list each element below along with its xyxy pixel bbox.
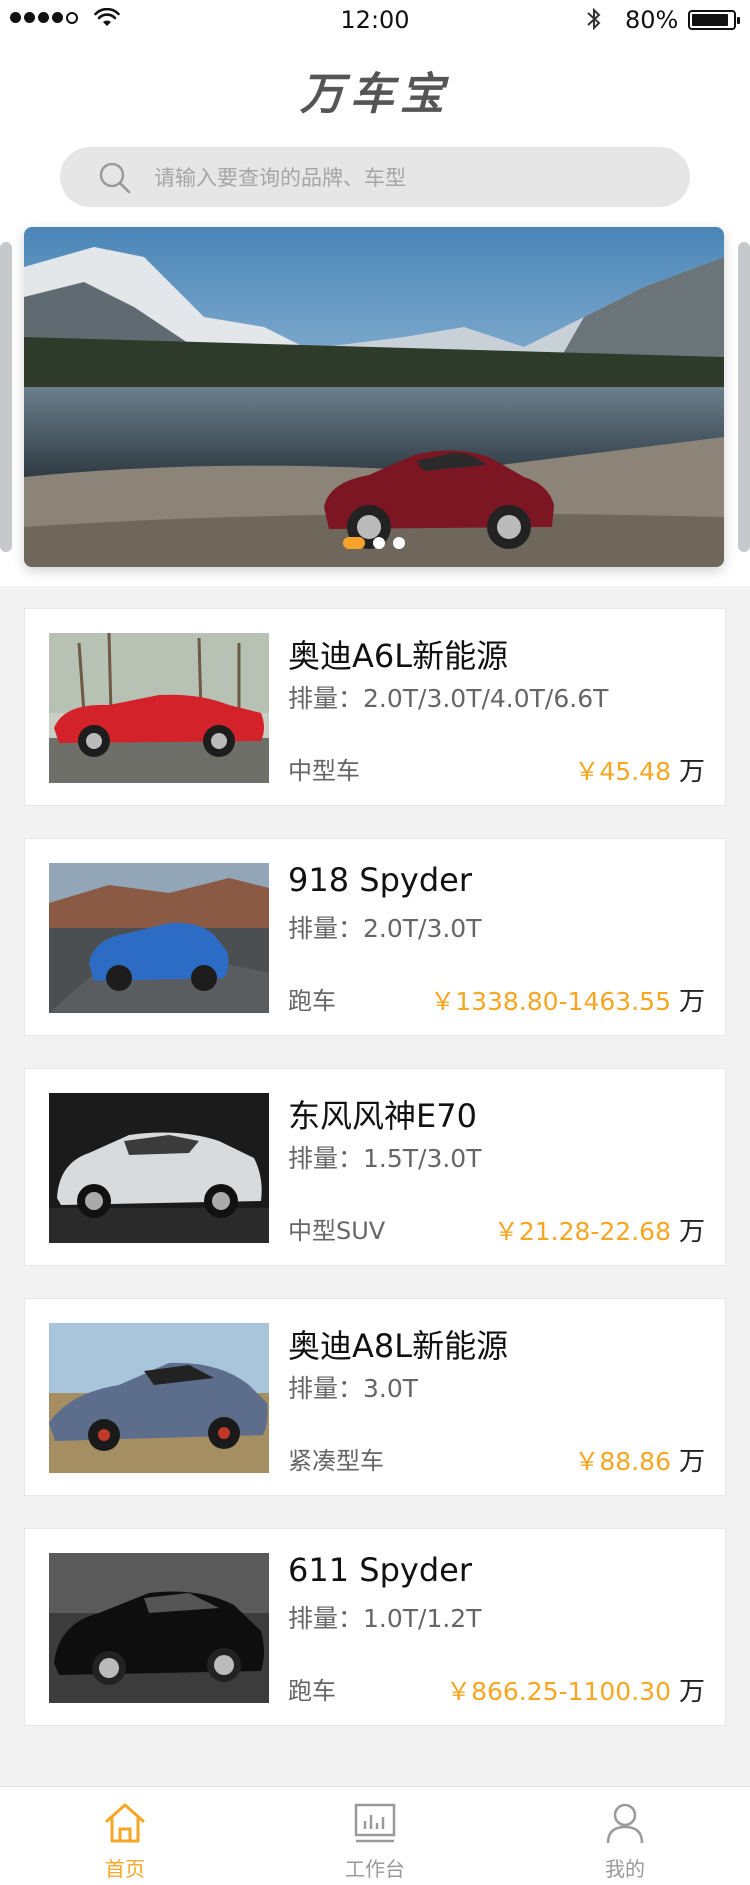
car-price-group: ￥21.28-22.68 万 xyxy=(494,1211,705,1248)
price-unit: 万 xyxy=(678,1447,705,1477)
carousel-next-slide[interactable] xyxy=(738,242,750,552)
car-card[interactable]: 奥迪A6L新能源 排量：2.0T/3.0T/4.0T/6.6T 中型车 ￥45.… xyxy=(24,608,726,806)
car-type: 中型SUV xyxy=(288,1217,386,1245)
car-price: ￥88.86 xyxy=(574,1447,671,1476)
search-icon xyxy=(99,162,131,194)
workbench-icon xyxy=(354,1803,396,1843)
car-thumbnail xyxy=(49,863,269,1013)
tab-profile[interactable]: 我的 xyxy=(500,1787,750,1885)
search-input[interactable] xyxy=(152,147,656,209)
car-displacement: 排量：3.0T xyxy=(288,1374,419,1403)
car-type: 紧凑型车 xyxy=(288,1447,384,1475)
car-name: 奥迪A8L新能源 xyxy=(288,1327,509,1365)
carousel-indicators xyxy=(24,537,724,549)
car-card[interactable]: 918 Spyder 排量：2.0T/3.0T 跑车 ￥1338.80-1463… xyxy=(24,838,726,1036)
tab-bar: 首页 工作台 我的 xyxy=(0,1786,750,1885)
car-card[interactable]: 奥迪A8L新能源 排量：3.0T 紧凑型车 ￥88.86 万 xyxy=(24,1298,726,1496)
car-displacement: 排量：2.0T/3.0T/4.0T/6.6T xyxy=(288,684,609,713)
bluetooth-icon xyxy=(587,7,601,31)
carousel-dot[interactable] xyxy=(373,537,385,549)
car-list: 奥迪A6L新能源 排量：2.0T/3.0T/4.0T/6.6T 中型车 ￥45.… xyxy=(24,608,726,1758)
car-price-group: ￥1338.80-1463.55 万 xyxy=(430,981,705,1018)
car-price: ￥1338.80-1463.55 xyxy=(430,987,671,1016)
carousel-dot[interactable] xyxy=(393,537,405,549)
search-bar[interactable] xyxy=(60,147,690,209)
battery-icon xyxy=(688,10,740,30)
car-price-group: ￥88.86 万 xyxy=(574,1441,705,1478)
car-name: 东风风神E70 xyxy=(288,1097,477,1135)
car-name: 奥迪A6L新能源 xyxy=(288,637,509,675)
profile-icon xyxy=(606,1803,644,1844)
car-type: 跑车 xyxy=(288,987,336,1015)
car-thumbnail xyxy=(49,1323,269,1473)
car-price: ￥866.25-1100.30 xyxy=(446,1677,671,1706)
car-type: 中型车 xyxy=(288,757,360,785)
car-price: ￥45.48 xyxy=(574,757,671,786)
price-unit: 万 xyxy=(678,987,705,1017)
car-thumbnail xyxy=(49,1553,269,1703)
tab-workbench[interactable]: 工作台 xyxy=(250,1787,500,1885)
carousel-dot-active[interactable] xyxy=(343,537,365,549)
car-thumbnail xyxy=(49,1093,269,1243)
car-type: 跑车 xyxy=(288,1677,336,1705)
app-title: 万车宝 xyxy=(300,69,450,120)
tab-home[interactable]: 首页 xyxy=(0,1787,250,1885)
car-displacement: 排量：1.0T/1.2T xyxy=(288,1604,482,1633)
price-unit: 万 xyxy=(678,757,705,787)
car-price: ￥21.28-22.68 xyxy=(493,1217,671,1246)
car-name: 611 Spyder xyxy=(288,1551,472,1589)
banner-carousel[interactable] xyxy=(24,227,724,567)
car-price-group: ￥45.48 万 xyxy=(574,751,705,788)
price-unit: 万 xyxy=(678,1677,705,1707)
banner-image xyxy=(24,227,724,567)
tab-label: 首页 xyxy=(105,1857,145,1881)
car-card[interactable]: 611 Spyder 排量：1.0T/1.2T 跑车 ￥866.25-1100.… xyxy=(24,1528,726,1726)
car-thumbnail xyxy=(49,633,269,783)
tab-label: 我的 xyxy=(605,1857,645,1881)
car-price-group: ￥866.25-1100.30 万 xyxy=(446,1671,705,1708)
battery-percentage: 80% xyxy=(625,6,679,34)
car-name: 918 Spyder xyxy=(288,861,472,899)
price-unit: 万 xyxy=(678,1217,705,1247)
car-card[interactable]: 东风风神E70 排量：1.5T/3.0T 中型SUV ￥21.28-22.68 万 xyxy=(24,1068,726,1266)
home-icon xyxy=(105,1803,145,1843)
status-bar: 12:00 80% xyxy=(0,0,750,40)
car-displacement: 排量：1.5T/3.0T xyxy=(288,1144,482,1173)
car-displacement: 排量：2.0T/3.0T xyxy=(288,914,482,943)
carousel-prev-slide[interactable] xyxy=(0,242,12,552)
tab-label: 工作台 xyxy=(345,1857,405,1881)
